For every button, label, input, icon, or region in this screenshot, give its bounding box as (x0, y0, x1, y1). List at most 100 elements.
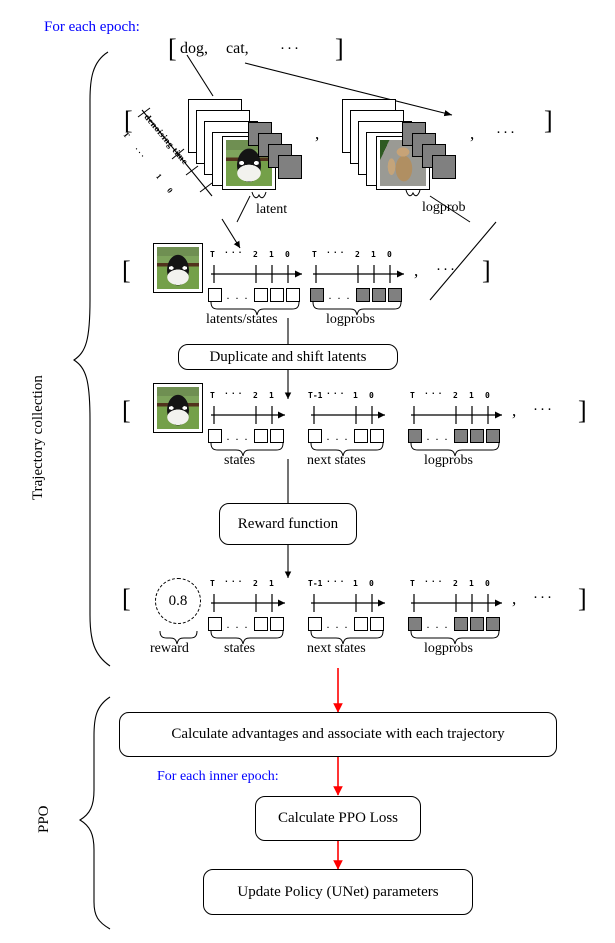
row3-logprob-box-3 (470, 429, 484, 443)
row4-nextstates-axis (311, 594, 385, 612)
row3-states-tick-2: 2 (253, 391, 258, 400)
denoising-tick-dots: · · · (132, 145, 147, 160)
traj-ellipsis: ··· (436, 262, 457, 278)
row4-lp-tick-dots: ··· (424, 577, 445, 586)
row4-states-tick-1: 1 (269, 579, 274, 588)
row4-logprobs-axis (411, 594, 502, 612)
row3-states-dots: · · · (226, 432, 249, 446)
row3-states-box-2 (254, 429, 268, 443)
for-each-inner-epoch-label: For each inner epoch: (157, 769, 279, 784)
latent-to-trajectory-arrow (221, 218, 241, 249)
row4-states-tick-T: T (210, 579, 215, 588)
row4-states-box-3 (270, 617, 284, 631)
row4-states-box-1 (208, 617, 222, 631)
row3-states-tick-1: 1 (269, 391, 274, 400)
trajectory-collection-label: Trajectory collection (30, 375, 46, 500)
row4-logprob-box-4 (486, 617, 500, 631)
stack-comma: , (315, 124, 320, 143)
row3-states-tick-T: T (210, 391, 215, 400)
row3-logprob-box-4 (486, 429, 500, 443)
row3-states-box-1 (208, 429, 222, 443)
prompt-item-dog: dog, (180, 40, 208, 57)
row2-latent-box-4 (286, 288, 300, 302)
logprob-callout-label: logprob (422, 200, 466, 215)
row4-states-axis (211, 594, 285, 612)
row2-latents-states-label: latents/states (206, 312, 278, 327)
reward-close-bracket: ] (578, 584, 587, 613)
row2-lp-tick-0: 0 (387, 250, 392, 259)
row3-logprobs-label: logprobs (424, 453, 473, 468)
row4-next-box-3 (370, 617, 384, 631)
trajectory-collection-brace (73, 51, 111, 667)
row3-next-box-1 (308, 429, 322, 443)
row2-latent-dots: · · · (226, 291, 249, 305)
row2-tick-1: 1 (269, 250, 274, 259)
shift-open-bracket: [ (122, 396, 131, 425)
row4-next-box-1 (308, 617, 322, 631)
row3-lp-tick-1: 1 (469, 391, 474, 400)
reward-value-circle: 0.8 (155, 578, 201, 624)
calculate-ppo-loss-label: Calculate PPO Loss (278, 810, 398, 826)
denoising-time-axis-label: denoising time (142, 112, 191, 167)
row2-logprobs-axis (313, 265, 404, 283)
row3-next-states-label: next states (307, 453, 366, 468)
row3-lp-tick-T: T (410, 391, 415, 400)
row2-latent-box-2 (254, 288, 268, 302)
row3-states-tick-dots: ··· (224, 389, 245, 398)
cat-logprob-4 (432, 155, 456, 179)
row3-logprob-box-1 (408, 429, 422, 443)
stack-close-bracket: ] (544, 106, 553, 135)
row3-next-tick-1: 1 (353, 391, 358, 400)
row3-logprob-box-2 (454, 429, 468, 443)
row4-logprob-box-3 (470, 617, 484, 631)
traj-close-bracket: ] (482, 256, 491, 285)
row2-logprob-dots: · · · (328, 291, 351, 305)
row2-tick-2: 2 (253, 250, 258, 259)
calculate-advantages-label: Calculate advantages and associate with … (171, 726, 505, 742)
reward-function-box[interactable]: Reward function (219, 503, 357, 545)
row2-lp-tick-dots: ··· (326, 248, 347, 257)
row2-tick-T: T (210, 250, 215, 259)
calculate-ppo-loss-box[interactable]: Calculate PPO Loss (255, 796, 421, 841)
row2-logprob-box-4 (388, 288, 402, 302)
row4-lp-tick-0: 0 (485, 579, 490, 588)
ppo-label: PPO (36, 805, 52, 833)
duplicate-shift-latents-box[interactable]: Duplicate and shift latents (178, 344, 398, 370)
update-policy-label: Update Policy (UNet) parameters (237, 883, 439, 900)
row4-lp-tick-T: T (410, 579, 415, 588)
row3-next-box-3 (370, 429, 384, 443)
denoising-tick-T: T (121, 130, 132, 140)
row2-logprob-box-2 (356, 288, 370, 302)
row3-states-label: states (224, 453, 256, 468)
row4-states-dots: · · · (226, 620, 249, 634)
row4-next-tick-1: 1 (353, 579, 358, 588)
row2-lp-tick-1: 1 (371, 250, 376, 259)
row2-tick-dots: ··· (224, 248, 245, 257)
row4-next-states-label: next states (307, 641, 366, 656)
calculate-advantages-box[interactable]: Calculate advantages and associate with … (119, 712, 557, 757)
row3-next-box-2 (354, 429, 368, 443)
row4-logprob-box-2 (454, 617, 468, 631)
row4-states-label: states (224, 641, 256, 656)
row4-reward-label: reward (150, 641, 189, 656)
for-each-epoch-label: For each epoch: (44, 19, 140, 35)
stack-ellipsis: ··· (496, 125, 517, 141)
shift-comma: , (512, 401, 517, 420)
row3-nextstates-axis (311, 406, 385, 424)
update-policy-box[interactable]: Update Policy (UNet) parameters (203, 869, 473, 915)
row3-states-box-3 (270, 429, 284, 443)
row3-logprob-dots: · · · (426, 432, 449, 446)
row4-next-dots: · · · (326, 620, 349, 634)
shifted-dog-image (153, 383, 203, 433)
stack-callout-braces (251, 189, 421, 199)
row2-lp-tick-2: 2 (355, 250, 360, 259)
row3-states-axis (211, 406, 285, 424)
row2-latents-axis (211, 265, 302, 283)
row4-next-box-2 (354, 617, 368, 631)
row4-logprob-box-1 (408, 617, 422, 631)
denoising-tick-1: 1 (154, 172, 164, 181)
row2-lp-tick-T: T (312, 250, 317, 259)
traj-open-bracket: [ (122, 256, 131, 285)
row2-logprob-box-3 (372, 288, 386, 302)
row4-lp-tick-2: 2 (453, 579, 458, 588)
